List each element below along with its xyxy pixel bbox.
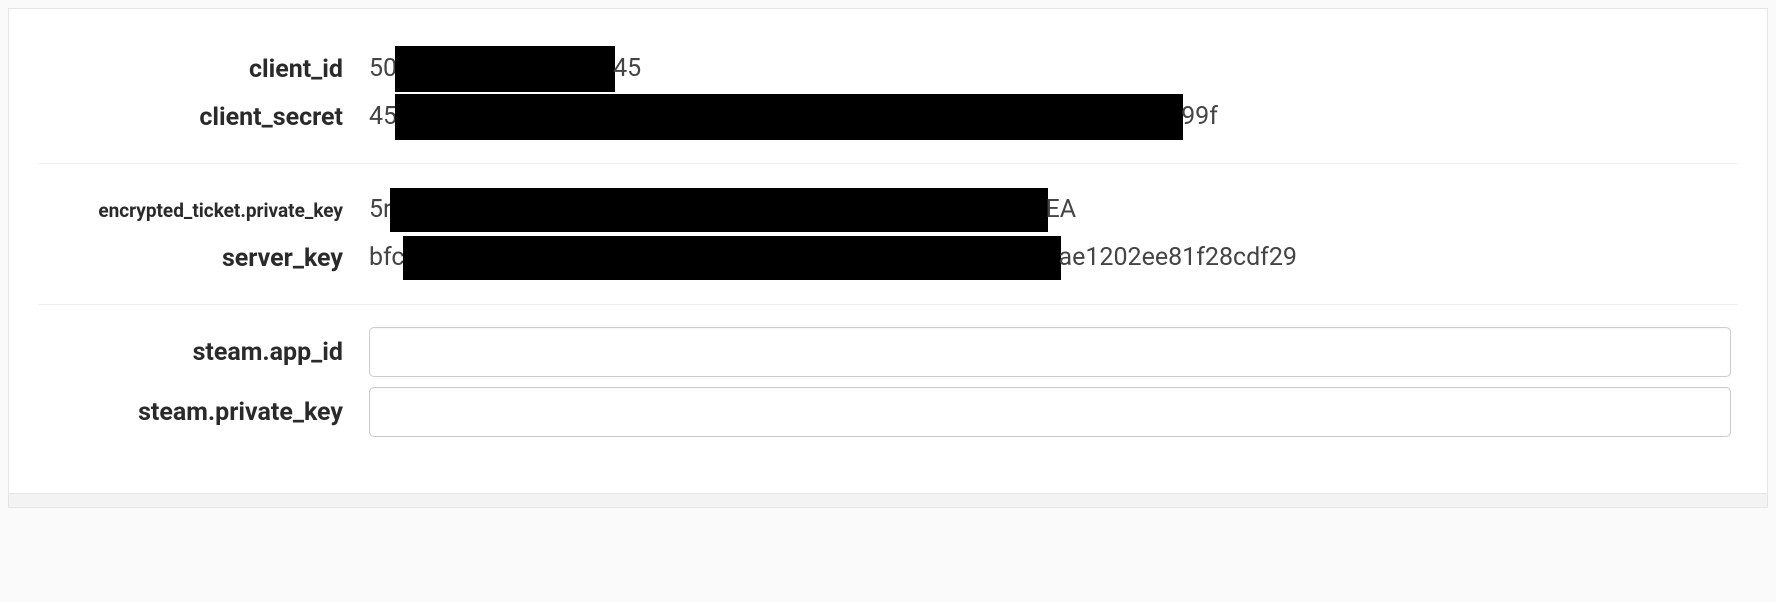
divider (39, 163, 1737, 164)
encrypted-ticket-prefix: 5r (369, 195, 392, 224)
oauth-section: client_id 50 45 client_secret 45 99f (39, 29, 1737, 157)
server-key-value: bfc ae1202ee81f28cdf29 (369, 236, 1737, 280)
redaction-block (395, 94, 1183, 140)
steam-app-id-row: steam.app_id (39, 327, 1737, 377)
redaction-block (390, 188, 1048, 232)
steam-section: steam.app_id steam.private_key (39, 311, 1737, 453)
encrypted-ticket-suffix: EA (1046, 195, 1077, 224)
encrypted-ticket-value: 5r EA (369, 188, 1737, 232)
panel-footer (8, 494, 1768, 508)
client-id-value: 50 45 (369, 46, 1737, 92)
encrypted-ticket-row: encrypted_ticket.private_key 5r EA (39, 186, 1737, 234)
server-key-row: server_key bfc ae1202ee81f28cdf29 (39, 234, 1737, 282)
steam-private-key-input-wrap (369, 387, 1737, 437)
client-secret-prefix: 45 (369, 102, 397, 131)
client-id-suffix: 45 (613, 54, 641, 83)
client-id-prefix: 50 (369, 54, 397, 83)
steam-app-id-input[interactable] (369, 327, 1731, 377)
client-secret-label: client_secret (39, 103, 369, 132)
client-secret-row: client_secret 45 99f (39, 93, 1737, 141)
steam-app-id-label: steam.app_id (39, 338, 369, 367)
client-id-row: client_id 50 45 (39, 45, 1737, 93)
redaction-block (403, 236, 1061, 280)
server-key-prefix: bfc (369, 243, 405, 272)
server-key-label: server_key (39, 244, 369, 273)
steam-private-key-label: steam.private_key (39, 398, 369, 427)
steam-app-id-input-wrap (369, 327, 1737, 377)
steam-private-key-row: steam.private_key (39, 387, 1737, 437)
divider (39, 304, 1737, 305)
server-key-suffix: ae1202ee81f28cdf29 (1059, 243, 1297, 272)
client-secret-value: 45 99f (369, 94, 1737, 140)
client-id-label: client_id (39, 55, 369, 84)
steam-private-key-input[interactable] (369, 387, 1731, 437)
encrypted-ticket-label: encrypted_ticket.private_key (39, 199, 369, 222)
client-secret-suffix: 99f (1181, 102, 1218, 131)
redaction-block (395, 46, 615, 92)
config-panel: client_id 50 45 client_secret 45 99f encry… (8, 8, 1768, 494)
ticket-section: encrypted_ticket.private_key 5r EA server… (39, 170, 1737, 298)
